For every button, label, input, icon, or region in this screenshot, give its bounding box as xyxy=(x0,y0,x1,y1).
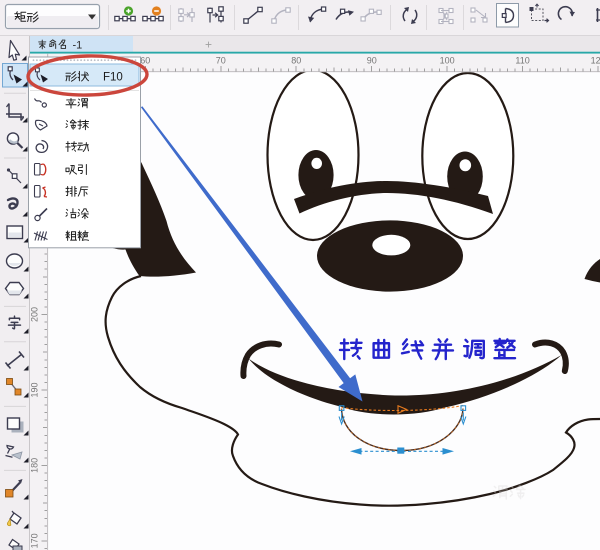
svg-text:+: + xyxy=(205,38,212,52)
svg-text:80: 80 xyxy=(291,56,301,66)
svg-text:190: 190 xyxy=(30,382,40,397)
svg-text:F10: F10 xyxy=(103,72,123,84)
svg-text:70: 70 xyxy=(216,56,226,66)
svg-text:180: 180 xyxy=(30,458,40,473)
svg-text:170: 170 xyxy=(30,533,40,548)
svg-text:60: 60 xyxy=(140,56,150,66)
svg-text:-1: -1 xyxy=(73,39,83,51)
svg-text:200: 200 xyxy=(30,307,40,322)
svg-text:110: 110 xyxy=(515,56,529,66)
svg-text:90: 90 xyxy=(367,56,377,66)
svg-text:100: 100 xyxy=(440,56,455,66)
svg-text:120: 120 xyxy=(591,56,600,66)
